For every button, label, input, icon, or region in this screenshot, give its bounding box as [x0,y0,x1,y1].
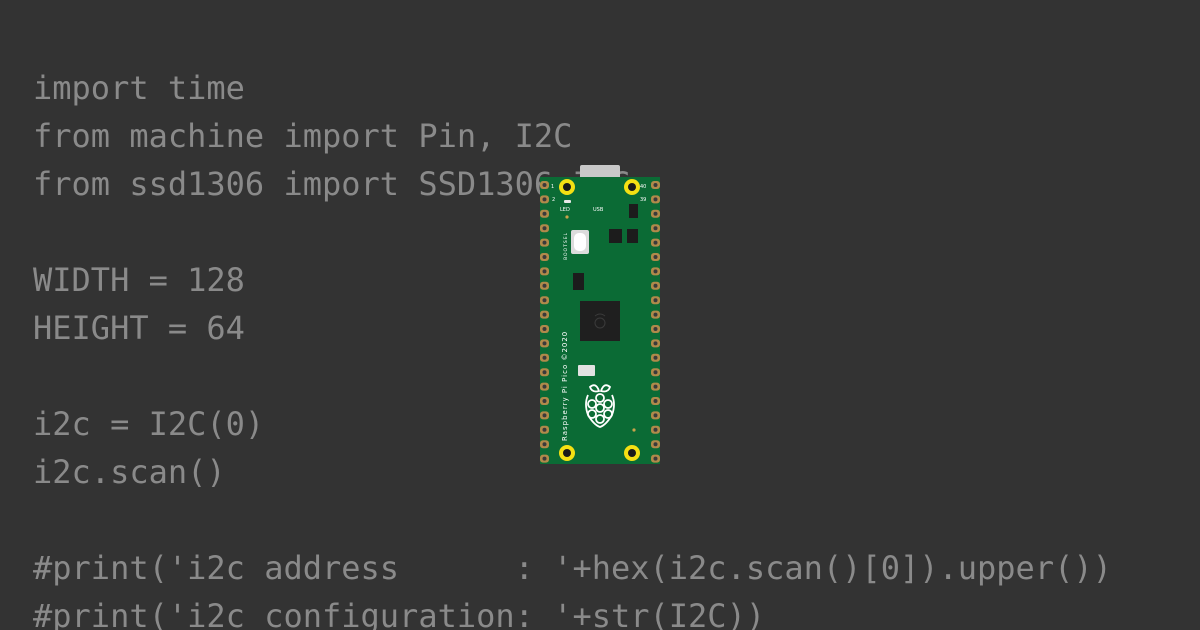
pin-39-label: 39 [640,197,646,203]
pin-hole [653,197,658,202]
pin-hole [542,341,547,346]
pin-hole [542,183,547,187]
pin-hole [653,413,658,418]
usb-label: USB [593,207,604,213]
pin-hole [542,427,547,432]
pin-hole [542,255,547,259]
code-line: #print('i2c configuration: '+str(I2C)) [33,597,766,630]
pin-hole [653,298,658,303]
pin-hole [542,226,547,231]
pin-hole [653,399,658,403]
pin-hole [542,327,547,331]
pin-hole [542,298,547,303]
pin-hole [653,283,658,288]
pin-hole [542,413,547,418]
rp2040-chip [580,301,620,341]
pin-hole [653,427,658,432]
led-label: LED [560,207,570,213]
pin-hole [653,327,658,331]
editor-canvas: import time from machine import Pin, I2C f… [0,0,1200,630]
pin-hole [542,312,547,317]
pin-hole [653,370,658,375]
pin-40-label: 40 [640,184,646,190]
pin-hole [542,269,547,274]
code-line: #print('i2c address : '+hex(i2c.scan()[0… [33,549,1112,587]
pin-hole [653,341,658,346]
pin-hole [542,355,547,360]
pin-hole [653,240,658,245]
pin-hole [653,384,658,389]
pin-hole [542,399,547,403]
pin-hole [542,211,547,216]
pin-hole [653,269,658,274]
pin-hole [542,197,547,202]
pin-hole [542,370,547,375]
pin-hole [542,456,547,461]
pin-2-label: 2 [552,197,555,203]
pin-hole [542,384,547,389]
bootsel-label: BOOTSEL [563,232,569,260]
pin-hole [653,355,658,360]
raspberry-pi-pico-image: 1 2 39 40 LED USB BOOTSEL Raspberry Pi P… [540,165,660,464]
pin-hole [542,240,547,245]
pin-hole [653,442,658,447]
pin-hole [653,255,658,259]
pin-hole [653,312,658,317]
pin-hole [653,226,658,231]
pin-1-label: 1 [551,184,554,190]
pin-hole [542,442,547,447]
pin-hole [653,183,658,187]
code-line: from machine import Pin, I2C [33,117,573,155]
pin-hole [653,211,658,216]
pin-hole [542,283,547,288]
code-line: import time [33,69,245,107]
pin-hole [653,456,658,461]
board-model-label: Raspberry Pi Pico ©2020 [561,331,569,441]
